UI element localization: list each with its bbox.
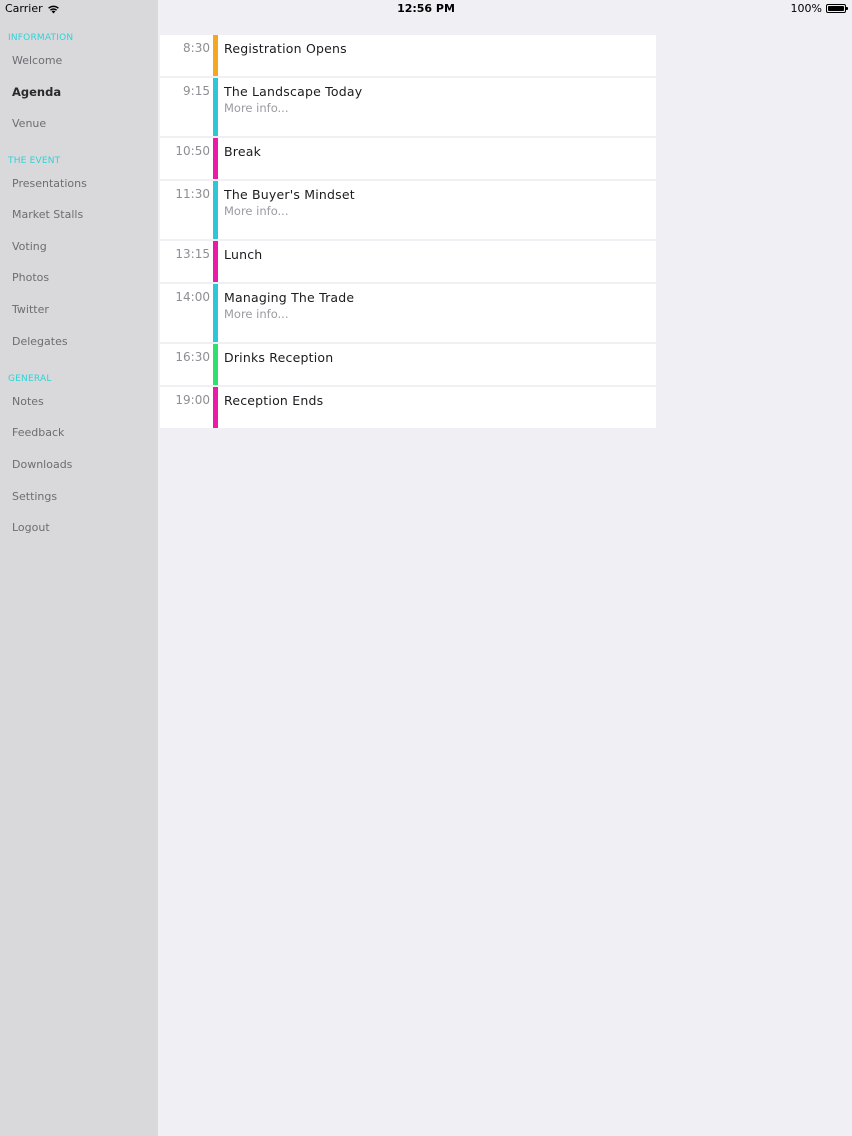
section-header-general: GENERAL [8,374,52,384]
sidebar-item-venue[interactable]: Venue [12,114,152,134]
agenda-color-bar [213,284,218,342]
sidebar-item-presentations[interactable]: Presentations [12,174,152,194]
battery-indicator: 100% [790,2,848,15]
agenda-time: 10:50 [175,144,210,158]
sidebar-item-photos[interactable]: Photos [12,268,152,288]
status-bar: Carrier 12:56 PM 100% [0,0,852,18]
sidebar-item-welcome[interactable]: Welcome [12,51,152,71]
agenda-time: 11:30 [175,187,210,201]
agenda-row: 19:00 Reception Ends [160,387,656,430]
agenda-color-bar [213,138,218,179]
agenda-color-bar [213,344,218,385]
agenda-time: 19:00 [175,393,210,407]
sidebar-item-delegates[interactable]: Delegates [12,332,152,352]
agenda-title: The Buyer's Mindset [224,187,355,202]
sidebar-menu: INFORMATION Welcome Agenda Venue THE EVE… [0,0,158,1136]
agenda-row[interactable]: 11:30 The Buyer's Mindset More info... [160,181,656,241]
agenda-title: Lunch [224,247,263,262]
sidebar-item-downloads[interactable]: Downloads [12,455,152,475]
agenda-time: 9:15 [183,84,210,98]
agenda-row[interactable]: 9:15 The Landscape Today More info... [160,78,656,138]
agenda-color-bar [213,35,218,76]
battery-icon [826,4,848,13]
agenda-title: Drinks Reception [224,350,334,365]
sidebar-item-twitter[interactable]: Twitter [12,300,152,320]
agenda-color-bar [213,181,218,239]
agenda-row: 10:50 Break [160,138,656,181]
agenda-color-bar [213,387,218,428]
agenda-title: Reception Ends [224,393,324,408]
agenda-list: 8:30 Registration Opens 9:15 The Landscape … [160,35,656,430]
more-info-link[interactable]: More info... [224,101,289,115]
agenda-time: 14:00 [175,290,210,304]
more-info-link[interactable]: More info... [224,204,289,218]
sidebar-item-feedback[interactable]: Feedback [12,423,152,443]
sidebar-item-market-stalls[interactable]: Market Stalls [12,205,152,225]
section-header-information: INFORMATION [8,33,74,43]
agenda-color-bar [213,241,218,282]
sidebar-item-notes[interactable]: Notes [12,392,152,412]
status-time: 12:56 PM [397,2,455,15]
battery-percent: 100% [790,2,822,15]
sidebar-item-agenda[interactable]: Agenda [12,82,152,102]
agenda-row: 8:30 Registration Opens [160,35,656,78]
sidebar-item-logout[interactable]: Logout [12,518,152,538]
sidebar-item-settings[interactable]: Settings [12,487,152,507]
agenda-color-bar [213,78,218,136]
more-info-link[interactable]: More info... [224,307,289,321]
agenda-title: Managing The Trade [224,290,355,305]
agenda-row: 16:30 Drinks Reception [160,344,656,387]
agenda-row[interactable]: 14:00 Managing The Trade More info... [160,284,656,344]
section-header-the-event: THE EVENT [8,156,61,166]
agenda-time: 16:30 [175,350,210,364]
agenda-time: 8:30 [183,41,210,55]
agenda-title: Registration Opens [224,41,347,56]
agenda-time: 13:15 [175,247,210,261]
agenda-title: Break [224,144,262,159]
sidebar-item-voting[interactable]: Voting [12,237,152,257]
agenda-row: 13:15 Lunch [160,241,656,284]
agenda-title: The Landscape Today [224,84,363,99]
